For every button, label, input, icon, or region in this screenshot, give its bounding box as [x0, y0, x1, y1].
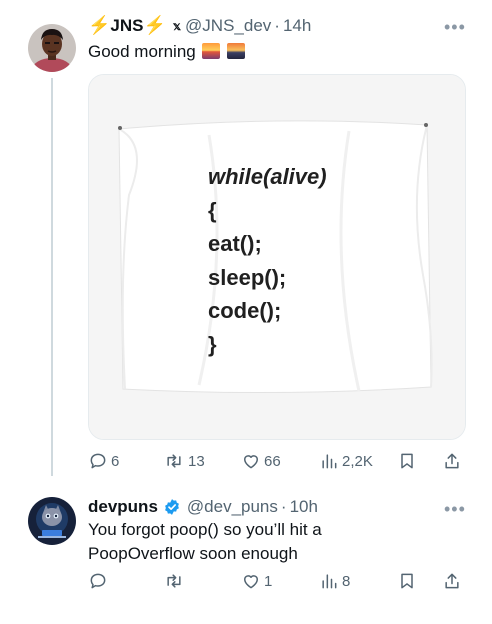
views-chart-icon — [322, 574, 337, 589]
repost-icon — [167, 574, 181, 588]
tweet-text-line: You forgot poop() so you’ll hit a — [88, 520, 322, 539]
verified-badge-icon — [165, 499, 179, 515]
like-count: 1 — [264, 572, 273, 590]
bookmark-icon — [401, 573, 413, 589]
tapestry-code-text: while(alive) { eat(); sleep(); code(); } — [208, 160, 327, 361]
repost-icon — [167, 454, 181, 468]
tweet-header: ⚡ JNS ⚡ 𝕩 @JNS_dev · 14h — [88, 15, 311, 36]
tweet-text: You forgot poop() so you’ll hit a PoopOv… — [88, 518, 322, 566]
bolt-emoji: ⚡ — [143, 15, 166, 35]
tweet-text-content: Good morning — [88, 42, 196, 61]
like-button[interactable]: 66 — [241, 451, 281, 471]
bookmark-button[interactable] — [397, 571, 417, 591]
tweet-text: Good morning — [88, 40, 246, 64]
like-count: 66 — [264, 452, 281, 470]
sunrise-emoji-icon — [202, 43, 221, 59]
reply-button[interactable] — [88, 571, 111, 591]
code-line: while(alive) — [208, 164, 327, 189]
reply-button[interactable]: 6 — [88, 451, 119, 471]
reply-icon — [90, 573, 106, 589]
thread-connector-line — [51, 78, 53, 476]
separator-dot: · — [280, 497, 287, 516]
like-button[interactable]: 1 — [241, 571, 272, 591]
separator-dot: · — [274, 15, 280, 35]
heart-icon — [244, 455, 258, 469]
reply-count: 6 — [111, 452, 120, 470]
tweet-text-line: PoopOverflow soon enough — [88, 544, 298, 563]
share-icon — [445, 453, 459, 469]
user-handle[interactable]: @dev_puns — [187, 497, 278, 517]
share-button[interactable] — [442, 451, 462, 471]
share-button[interactable] — [442, 571, 462, 591]
code-line: code(); — [208, 298, 282, 323]
views-button[interactable]: 8 — [319, 571, 350, 591]
tweet-actions: 6 13 66 2,2K — [88, 451, 466, 475]
tweet-actions: 1 8 — [88, 571, 466, 595]
reply-icon — [90, 453, 106, 469]
share-icon — [445, 573, 459, 589]
more-dots-icon[interactable]: ••• — [444, 17, 466, 38]
bookmark-icon — [401, 453, 413, 469]
view-count: 8 — [342, 572, 351, 590]
sunrise-over-mountains-emoji-icon — [227, 43, 246, 59]
avatar-devpuns[interactable] — [28, 497, 76, 545]
views-chart-icon — [322, 454, 337, 469]
repost-count: 13 — [188, 452, 205, 470]
user-handle[interactable]: @JNS_dev — [185, 16, 271, 36]
views-button[interactable]: 2,2K — [319, 451, 373, 471]
bookmark-button[interactable] — [397, 451, 417, 471]
code-line: eat(); — [208, 231, 262, 256]
tweet-header: devpuns @dev_puns · 10h — [88, 497, 318, 517]
bolt-emoji: ⚡ — [88, 15, 111, 35]
timestamp[interactable]: 14h — [283, 16, 311, 36]
code-line: { — [208, 197, 217, 223]
view-count: 2,2K — [342, 452, 373, 470]
repost-button[interactable] — [163, 571, 188, 591]
avatar-jns[interactable] — [28, 24, 76, 72]
heart-icon — [244, 575, 258, 589]
timestamp[interactable]: 10h — [290, 497, 318, 517]
x-logo-icon: 𝕩 — [172, 18, 182, 33]
display-name[interactable]: devpuns — [88, 497, 158, 517]
code-line: sleep(); — [208, 264, 287, 290]
repost-button[interactable]: 13 — [163, 451, 205, 471]
display-name[interactable]: JNS — [110, 16, 143, 36]
more-dots-icon[interactable]: ••• — [444, 499, 466, 520]
code-line: } — [208, 331, 217, 357]
